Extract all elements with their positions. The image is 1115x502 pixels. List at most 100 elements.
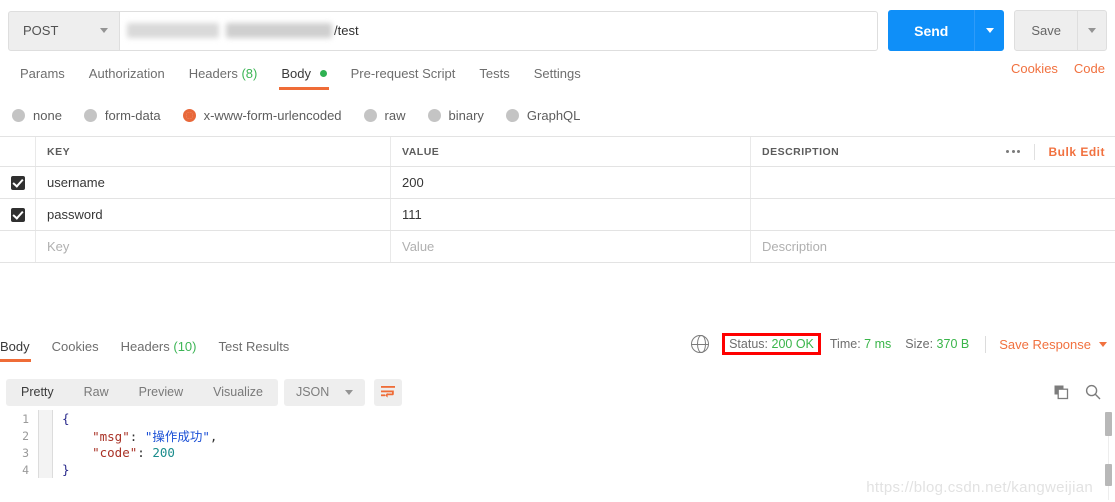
body-type-form-data[interactable]: form-data — [83, 107, 161, 123]
tab-label: Headers — [120, 339, 170, 354]
tab-pre-request-script[interactable]: Pre-request Script — [339, 61, 468, 87]
response-view-toolbar: Pretty Raw Preview Visualize JSON — [0, 374, 1115, 410]
code-fold-gutter[interactable] — [38, 410, 53, 427]
tab-authorization[interactable]: Authorization — [77, 61, 177, 87]
code-token-string: "操作成功" — [144, 429, 210, 444]
code-link[interactable]: Code — [1074, 61, 1105, 76]
row-value-input[interactable]: 200 — [391, 167, 751, 198]
table-row-empty[interactable]: Key Value Description — [0, 231, 1115, 263]
tab-label: Settings — [533, 66, 581, 81]
time-value: 7 ms — [864, 337, 892, 351]
view-mode-raw[interactable]: Raw — [69, 379, 124, 406]
size-value: 370 B — [936, 337, 970, 351]
response-headers-count-badge: (10) — [173, 339, 197, 354]
view-mode-preview[interactable]: Preview — [124, 379, 198, 406]
row-description-input[interactable] — [751, 199, 1115, 230]
tab-label: Pre-request Script — [350, 66, 456, 81]
radio-icon — [83, 108, 97, 122]
response-tab-test-results[interactable]: Test Results — [208, 333, 301, 360]
http-method-select[interactable]: POST — [8, 10, 120, 51]
code-token-punct: : — [137, 445, 153, 460]
new-value-input[interactable]: Value — [391, 231, 751, 262]
body-type-binary[interactable]: binary — [427, 108, 484, 123]
tab-tests[interactable]: Tests — [467, 61, 521, 87]
word-wrap-icon — [381, 386, 396, 398]
copy-icon[interactable] — [1054, 385, 1069, 400]
row-key-input[interactable]: username — [36, 167, 391, 198]
body-type-raw[interactable]: raw — [363, 108, 406, 123]
url-redacted-block — [127, 23, 219, 38]
header-cell-value: VALUE — [391, 137, 751, 166]
tab-body[interactable]: Body — [269, 61, 338, 90]
radio-icon — [505, 108, 519, 122]
row-key-input[interactable]: password — [36, 199, 391, 230]
save-options-button[interactable] — [1077, 11, 1106, 50]
response-body-code[interactable]: 1 { 2 "msg": "操作成功", 3 "code": 200 4 } — [0, 410, 1115, 502]
code-fold-gutter[interactable] — [38, 444, 53, 461]
word-wrap-toggle[interactable] — [374, 378, 403, 406]
row-value-input[interactable]: 111 — [391, 199, 751, 230]
send-button-label: Send — [914, 22, 949, 39]
save-response-label: Save Response — [999, 336, 1091, 352]
scrollbar-thumb[interactable] — [1105, 464, 1112, 486]
time-label: Time: — [829, 337, 861, 351]
more-options-icon[interactable] — [992, 143, 1036, 160]
tab-label: Authorization — [88, 66, 165, 81]
line-number: 4 — [22, 462, 29, 477]
tab-settings[interactable]: Settings — [522, 61, 593, 87]
request-tab-right-links: Cookies Code — [995, 61, 1115, 76]
tab-params[interactable]: Params — [8, 61, 77, 87]
code-line: 3 "code": 200 — [0, 444, 1115, 461]
view-mode-pretty[interactable]: Pretty — [6, 379, 69, 406]
body-type-label: x-www-form-urlencoded — [203, 107, 342, 123]
code-fold-gutter[interactable] — [38, 461, 53, 478]
cookies-link[interactable]: Cookies — [1011, 61, 1058, 76]
table-row[interactable]: password 111 — [0, 199, 1115, 231]
chevron-down-icon — [1099, 341, 1107, 347]
table-header-tools: Bulk Edit — [992, 137, 1105, 166]
table-row[interactable]: username 200 — [0, 167, 1115, 199]
response-format-label: JSON — [295, 385, 330, 399]
url-redacted-block — [226, 23, 332, 38]
response-toolbar-right — [1054, 384, 1115, 400]
radio-icon — [363, 108, 377, 122]
code-line: 4 } — [0, 461, 1115, 478]
row-checkbox[interactable] — [0, 167, 36, 198]
row-checkbox[interactable] — [0, 199, 36, 230]
row-checkbox-empty[interactable] — [0, 231, 36, 262]
body-type-radio-group: none form-data x-www-form-urlencoded raw… — [0, 101, 1115, 129]
scrollbar-thumb[interactable] — [1105, 412, 1112, 436]
body-type-label: GraphQL — [526, 107, 581, 123]
send-options-button[interactable] — [974, 10, 1004, 51]
send-button[interactable]: Send — [888, 10, 1005, 51]
chevron-down-icon — [1088, 28, 1096, 33]
body-active-dot-icon — [319, 70, 327, 77]
tab-headers[interactable]: Headers (8) — [177, 61, 270, 87]
new-key-input[interactable]: Key — [36, 231, 391, 262]
body-type-x-www-form-urlencoded[interactable]: x-www-form-urlencoded — [182, 107, 342, 123]
request-url-input[interactable]: /test — [120, 10, 879, 51]
save-button[interactable]: Save — [1014, 10, 1107, 51]
body-type-label: form-data — [104, 107, 161, 123]
code-token-punct: : — [129, 429, 145, 444]
body-type-graphql[interactable]: GraphQL — [505, 107, 581, 123]
response-format-select[interactable]: JSON — [283, 378, 366, 406]
tab-label: Headers — [188, 66, 238, 81]
response-tab-headers[interactable]: Headers (10) — [110, 333, 208, 360]
body-type-none[interactable]: none — [12, 108, 62, 123]
globe-icon[interactable] — [690, 334, 710, 354]
code-line: 2 "msg": "操作成功", — [0, 427, 1115, 444]
response-body-scrollbar[interactable] — [1104, 412, 1113, 500]
search-icon[interactable] — [1085, 384, 1101, 400]
row-description-input[interactable] — [751, 167, 1115, 198]
response-tab-body[interactable]: Body — [0, 333, 41, 362]
view-mode-visualize[interactable]: Visualize — [198, 379, 278, 406]
header-description-label: DESCRIPTION — [762, 145, 840, 158]
save-response-button[interactable]: Save Response — [999, 337, 1107, 352]
new-description-input[interactable]: Description — [751, 231, 1115, 262]
code-fold-gutter[interactable] — [38, 427, 53, 444]
response-tab-cookies[interactable]: Cookies — [41, 333, 110, 360]
code-line: 1 { — [0, 410, 1115, 427]
bulk-edit-link[interactable]: Bulk Edit — [1035, 145, 1105, 159]
chevron-down-icon — [985, 28, 994, 33]
